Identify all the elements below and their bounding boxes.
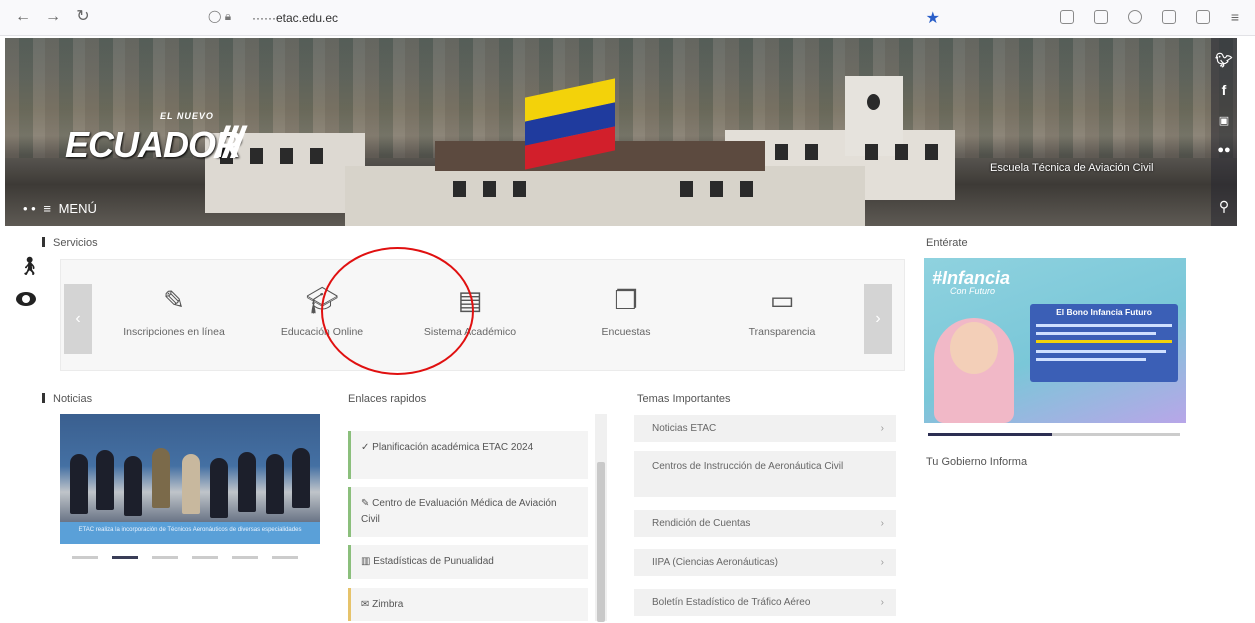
bookmark-star-icon[interactable]: ★ bbox=[926, 8, 940, 28]
chevron-right-icon: › bbox=[880, 557, 884, 568]
enlaces-heading: Enlaces rapidos bbox=[348, 393, 427, 405]
facebook-icon[interactable]: f bbox=[1211, 82, 1237, 98]
enterate-heading: Entérate bbox=[926, 237, 968, 249]
chevron-right-icon: › bbox=[880, 518, 884, 529]
servicios-heading: Servicios bbox=[42, 237, 98, 249]
pocket-icon[interactable] bbox=[1060, 10, 1074, 24]
search-icon[interactable]: ⚲ bbox=[1211, 198, 1237, 215]
gobierno-heading: Tu Gobierno Informa bbox=[926, 456, 1028, 468]
carousel-next-button[interactable]: › bbox=[864, 284, 892, 354]
service-encuestas[interactable]: ❐ Encuestas bbox=[551, 282, 701, 338]
lock-icon: ◯ 🔒︎ bbox=[208, 9, 232, 23]
hamburger-menu-icon[interactable]: ≡ bbox=[1226, 8, 1244, 26]
annotation-circle bbox=[321, 247, 474, 375]
quick-link-planificacion[interactable]: ✓ Planificación académica ETAC 2024 bbox=[348, 431, 588, 479]
edit-icon: ✎ bbox=[361, 498, 370, 509]
service-inscripciones[interactable]: ✎ Inscripciones en línea bbox=[99, 282, 249, 338]
quick-links-scroll-thumb[interactable] bbox=[597, 462, 605, 622]
topic-iipa[interactable]: IIPA (Ciencias Aeronáuticas) › bbox=[634, 549, 896, 576]
news-carousel-dots[interactable] bbox=[72, 556, 312, 559]
youtube-icon[interactable]: ▣ bbox=[1211, 114, 1237, 127]
monitor-icon: ▭ bbox=[769, 285, 795, 315]
service-transparencia[interactable]: ▭ Transparencia bbox=[707, 282, 857, 338]
quick-link-zimbra[interactable]: ✉ Zimbra bbox=[348, 588, 588, 621]
topic-centros-instruccion[interactable]: Centros de Instrucción de Aeronáutica Ci… bbox=[634, 451, 896, 497]
hero-banner: EL NUEVO ECUADOR /// • • ≡ MENÚ Escuela … bbox=[5, 38, 1237, 226]
news-image[interactable]: ETAC realiza la incorporación de Técnico… bbox=[60, 414, 320, 544]
library-icon[interactable] bbox=[1196, 10, 1210, 24]
noticias-heading: Noticias bbox=[42, 393, 92, 405]
browser-toolbar: ← → ↻ ◯ 🔒︎ ······etac.edu.ec ★ ≡ bbox=[0, 0, 1255, 36]
services-carousel: ‹ ✎ Inscripciones en línea 🎓︎ Educación … bbox=[60, 259, 905, 371]
extension-icon[interactable] bbox=[1128, 10, 1142, 24]
mail-icon: ✉ bbox=[361, 599, 370, 610]
temas-heading: Temas Importantes bbox=[637, 393, 731, 405]
flickr-icon[interactable]: ●● bbox=[1211, 144, 1237, 156]
eye-icon[interactable] bbox=[16, 292, 36, 306]
chevron-right-icon: › bbox=[880, 597, 884, 608]
url-text: ······etac.edu.ec bbox=[252, 11, 339, 25]
accessibility-icon[interactable]: 🚶︎ bbox=[18, 256, 41, 277]
chevron-right-icon: › bbox=[880, 423, 884, 434]
forward-icon[interactable]: → bbox=[44, 8, 62, 26]
quick-link-centro-evaluacion[interactable]: ✎ Centro de Evaluación Médica de Aviació… bbox=[348, 487, 588, 537]
social-bar: 🐦︎ f ▣ ●● ⚲ bbox=[1211, 38, 1237, 226]
banner-info-panel: El Bono Infancia Futuro bbox=[1030, 304, 1178, 382]
topic-noticias-etac[interactable]: Noticias ETAC › bbox=[634, 415, 896, 442]
check-icon: ✓ bbox=[361, 442, 370, 453]
url-bar[interactable]: ◯ 🔒︎ ······etac.edu.ec ★ bbox=[200, 6, 960, 30]
menu-button[interactable]: • • ≡ MENÚ bbox=[19, 201, 97, 216]
topic-boletin-estadistico[interactable]: Boletín Estadístico de Tráfico Aéreo › bbox=[634, 589, 896, 616]
topic-rendicion-cuentas[interactable]: Rendición de Cuentas › bbox=[634, 510, 896, 537]
banner-carousel-indicator[interactable] bbox=[928, 433, 1180, 436]
twitter-icon[interactable]: 🐦︎ bbox=[1211, 52, 1237, 69]
menu-dots-icon: • • bbox=[23, 201, 36, 216]
hamburger-icon: ≡ bbox=[43, 201, 51, 216]
menu-label: MENÚ bbox=[58, 201, 97, 216]
institution-name: Escuela Técnica de Aviación Civil bbox=[990, 162, 1154, 174]
home-icon[interactable] bbox=[1162, 10, 1176, 24]
back-icon[interactable]: ← bbox=[14, 8, 32, 26]
download-icon[interactable] bbox=[1094, 10, 1108, 24]
reload-icon[interactable]: ↻ bbox=[74, 8, 92, 26]
news-caption: ETAC realiza la incorporación de Técnico… bbox=[60, 522, 320, 544]
edit-icon: ✎ bbox=[163, 285, 185, 315]
ecuador-logo[interactable]: EL NUEVO ECUADOR /// bbox=[65, 108, 255, 178]
carousel-prev-button[interactable]: ‹ bbox=[64, 284, 92, 354]
copy-icon: ❐ bbox=[614, 285, 638, 315]
infancia-banner[interactable]: #Infancia Con Futuro El Bono Infancia Fu… bbox=[924, 258, 1186, 423]
quick-links-list: ✓ Planificación académica ETAC 2024 ✎ Ce… bbox=[345, 414, 607, 621]
quick-link-estadisticas[interactable]: ▥ Estadísticas de Punualidad bbox=[348, 545, 588, 579]
bar-chart-icon: ▥ bbox=[361, 556, 371, 567]
